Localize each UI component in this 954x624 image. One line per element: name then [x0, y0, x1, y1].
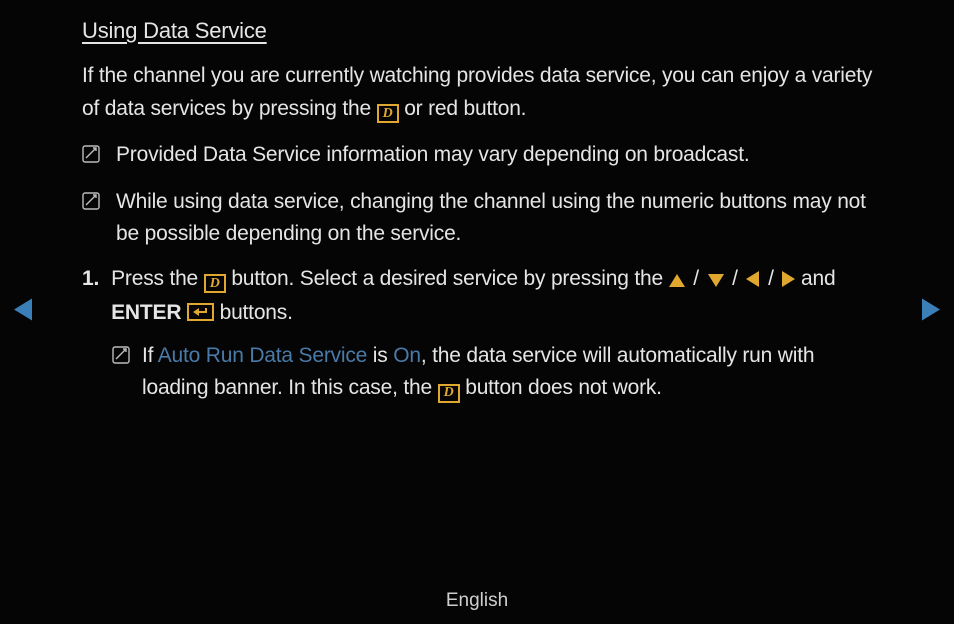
d-button-icon: D: [438, 384, 460, 403]
note-row-1: Provided Data Service information may va…: [82, 139, 874, 174]
nav-prev-button[interactable]: [14, 299, 32, 326]
arrow-right-icon: [782, 265, 795, 298]
d-button-icon: D: [377, 104, 399, 123]
sub-note: If Auto Run Data Service is On, the data…: [112, 340, 874, 405]
step1-text-c: and: [801, 267, 835, 290]
arrow-down-icon: [708, 265, 724, 298]
enter-button-icon: [187, 303, 214, 321]
language-label: English: [0, 590, 954, 612]
sub-note-text: If Auto Run Data Service is On, the data…: [142, 340, 874, 405]
note-icon: [82, 188, 100, 251]
nav-next-button[interactable]: [922, 299, 940, 326]
note-row-2: While using data service, changing the c…: [82, 186, 874, 251]
page-title: Using Data Service: [82, 18, 874, 44]
arrow-left-icon: [746, 265, 759, 298]
step1-text-d: buttons.: [220, 301, 293, 324]
step1-text-a: Press the: [111, 267, 204, 290]
slash: /: [768, 267, 774, 290]
note-text-1: Provided Data Service information may va…: [116, 139, 874, 174]
auto-run-label: Auto Run Data Service: [158, 344, 367, 367]
enter-label: ENTER: [111, 301, 181, 324]
slash: /: [732, 267, 738, 290]
subnote-b: is: [367, 344, 393, 367]
note-text-2: While using data service, changing the c…: [116, 186, 874, 251]
intro-paragraph: If the channel you are currently watchin…: [82, 60, 874, 125]
step-body: Press the D button. Select a desired ser…: [111, 263, 874, 330]
on-label: On: [393, 344, 421, 367]
note-icon: [82, 141, 100, 174]
subnote-a: If: [142, 344, 158, 367]
intro-text-2: or red button.: [404, 97, 526, 120]
step1-text-b: button. Select a desired service by pres…: [231, 267, 668, 290]
subnote-d: button does not work.: [460, 376, 662, 399]
step-number: 1.: [82, 263, 99, 330]
slash: /: [693, 267, 699, 290]
d-button-icon: D: [204, 274, 226, 293]
arrow-up-icon: [669, 265, 685, 298]
step-1: 1. Press the D button. Select a desired …: [82, 263, 874, 330]
note-icon: [112, 342, 130, 405]
